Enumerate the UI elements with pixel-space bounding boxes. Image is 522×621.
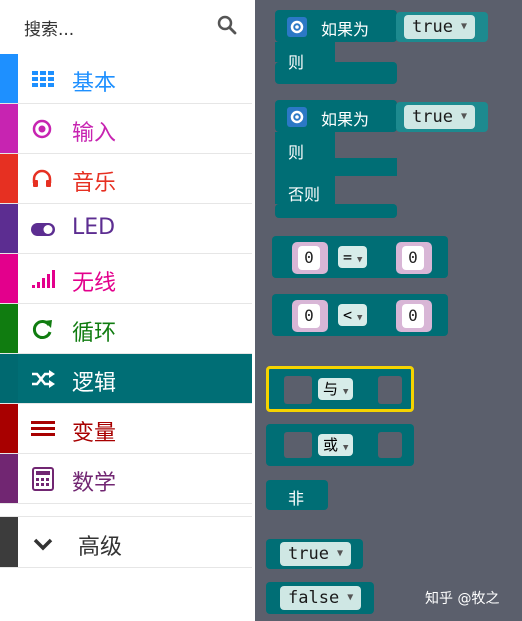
category-advanced[interactable]: 高级: [0, 516, 252, 568]
gear-icon[interactable]: [287, 107, 307, 127]
category-label: 数学: [72, 471, 117, 496]
true-dropdown[interactable]: true ▼: [404, 105, 475, 129]
category-loops[interactable]: 循环: [0, 304, 252, 354]
boolean-slot-left[interactable]: [284, 376, 312, 404]
number-slot-left[interactable]: 0: [292, 300, 328, 332]
category-label: 无线: [72, 271, 117, 296]
headphones-icon: [30, 167, 56, 191]
category-color-bar: [0, 454, 18, 503]
category-logic[interactable]: 逻辑: [0, 354, 252, 404]
category-color-bar: [0, 254, 18, 303]
list-icon: [30, 417, 56, 441]
if-label: 如果为: [321, 20, 370, 39]
equals-dropdown[interactable]: = ▼: [338, 246, 368, 268]
toolbox: 搜索... 基本 输入 音乐 LED 无线 循环 逻辑 变量 数学 高级: [0, 0, 255, 621]
watermark: 知乎 @牧之: [425, 591, 500, 607]
if-label: 如果为: [321, 110, 370, 129]
then-label: 则: [288, 53, 305, 72]
false-dropdown[interactable]: false ▼: [280, 586, 362, 610]
true-dropdown[interactable]: true ▼: [280, 542, 351, 566]
category-color-bar: [0, 204, 18, 253]
then-label: 则: [288, 143, 305, 162]
category-label: 音乐: [72, 171, 117, 196]
search-input[interactable]: 搜索...: [24, 15, 74, 40]
category-color-bar: [0, 154, 18, 203]
category-color-bar: [0, 517, 18, 567]
calculator-icon: [30, 467, 56, 491]
shuffle-icon: [30, 367, 56, 391]
number-slot-right[interactable]: 0: [396, 300, 432, 332]
category-color-bar: [0, 104, 18, 153]
or-dropdown[interactable]: 或 ▼: [318, 434, 354, 456]
category-color-bar: [0, 304, 18, 353]
less-than-dropdown[interactable]: < ▼: [338, 304, 368, 326]
grid-icon: [30, 67, 56, 91]
category-label: LED: [72, 215, 116, 240]
search-icon[interactable]: [217, 15, 237, 39]
signal-bars-icon: [30, 267, 56, 291]
category-color-bar: [0, 354, 18, 403]
category-label: 输入: [72, 121, 117, 146]
category-music[interactable]: 音乐: [0, 154, 252, 204]
category-input[interactable]: 输入: [0, 104, 252, 154]
boolean-slot-right[interactable]: [378, 432, 402, 458]
boolean-slot-right[interactable]: [378, 376, 402, 404]
boolean-slot-left[interactable]: [284, 432, 312, 458]
category-label: 基本: [72, 71, 117, 96]
and-dropdown[interactable]: 与 ▼: [318, 378, 354, 400]
category-math[interactable]: 数学: [0, 454, 252, 504]
category-label: 变量: [72, 421, 117, 446]
true-dropdown[interactable]: true ▼: [404, 15, 475, 39]
not-label: 非: [288, 489, 305, 508]
category-basic[interactable]: 基本: [0, 54, 252, 104]
else-label: 否则: [288, 185, 321, 204]
category-label: 循环: [72, 321, 117, 346]
category-led[interactable]: LED: [0, 204, 252, 254]
refresh-icon: [30, 317, 56, 341]
category-color-bar: [0, 404, 18, 453]
toggle-icon: [30, 217, 56, 241]
number-slot-left[interactable]: 0: [292, 242, 328, 274]
number-slot-right[interactable]: 0: [396, 242, 432, 274]
category-color-bar: [0, 54, 18, 103]
gear-icon[interactable]: [287, 17, 307, 37]
category-variables[interactable]: 变量: [0, 404, 252, 454]
chevron-down-icon: [30, 533, 56, 557]
category-radio[interactable]: 无线: [0, 254, 252, 304]
search-box[interactable]: 搜索...: [0, 0, 252, 52]
target-icon: [30, 117, 56, 141]
category-label: 高级: [78, 535, 123, 560]
category-label: 逻辑: [72, 371, 117, 396]
